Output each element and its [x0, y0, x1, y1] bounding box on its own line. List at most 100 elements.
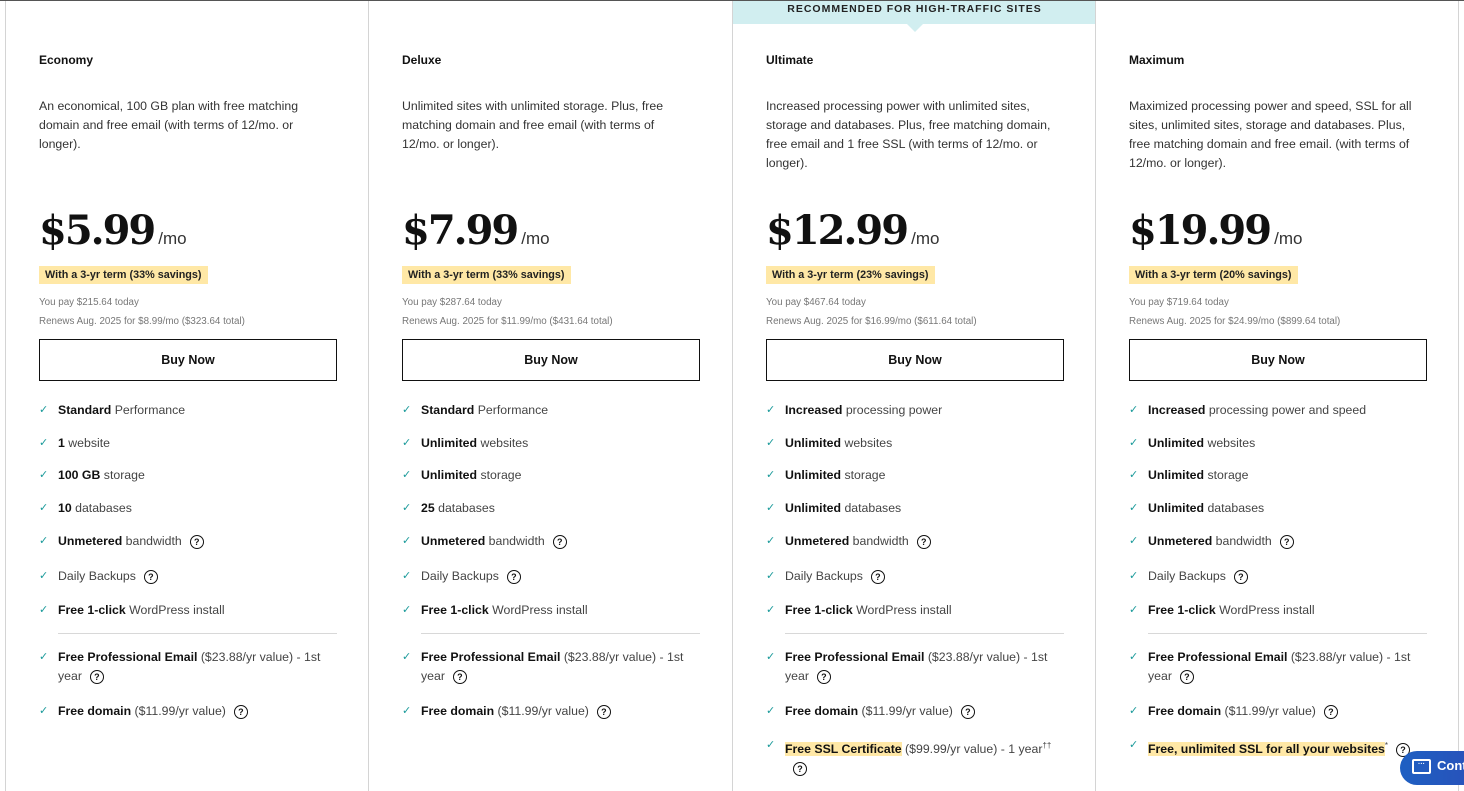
check-icon: ✓ — [402, 651, 412, 663]
feature-text: ($99.99/yr value) - 1 year — [901, 742, 1043, 757]
extra-feature-item: ✓ Free Professional Email ($23.88/yr val… — [766, 648, 1065, 686]
feature-text: Daily Backups — [58, 569, 136, 583]
plan-price: $5.99 — [39, 207, 156, 254]
help-icon[interactable]: ? — [1179, 669, 1194, 684]
price-period: /mo — [911, 229, 940, 248]
feature-bold: Unlimited — [785, 436, 842, 450]
check-icon: ✓ — [766, 705, 776, 717]
help-icon[interactable]: ? — [870, 569, 885, 584]
help-icon[interactable]: ? — [233, 704, 248, 719]
feature-item: ✓ Unlimited websites — [1129, 434, 1428, 453]
buy-now-button[interactable]: Buy Now — [1129, 339, 1427, 381]
help-icon[interactable]: ? — [552, 534, 567, 549]
feature-item: ✓ Unmetered bandwidth? — [39, 532, 338, 551]
feature-text: WordPress install — [1215, 603, 1315, 617]
extra-feature-item: ✓ Free Professional Email ($23.88/yr val… — [402, 648, 701, 686]
check-icon: ✓ — [1129, 469, 1139, 481]
feature-bold: Free Professional Email — [785, 650, 925, 664]
help-icon[interactable]: ? — [916, 534, 931, 549]
buy-now-button[interactable]: Buy Now — [39, 339, 337, 381]
feature-item: ✓ Free 1-click WordPress install — [1129, 601, 1428, 620]
feature-item: ✓ Free 1-click WordPress install — [402, 601, 701, 620]
help-icon[interactable]: ? — [143, 569, 158, 584]
help-icon[interactable]: ? — [89, 669, 104, 684]
feature-item: ✓ Daily Backups? — [1129, 567, 1428, 586]
help-icon[interactable]: ? — [1323, 704, 1338, 719]
feature-item: ✓ Standard Performance — [402, 401, 701, 420]
feature-highlight: Free, unlimited SSL for all your website… — [1148, 742, 1385, 757]
check-icon: ✓ — [39, 604, 49, 616]
buy-now-button[interactable]: Buy Now — [402, 339, 700, 381]
check-icon: ✓ — [766, 535, 776, 547]
feature-bold: Increased — [785, 403, 843, 417]
extra-feature-item: ✓ Free domain ($11.99/yr value)? — [1129, 702, 1428, 721]
pay-today-text: You pay $215.64 today — [39, 297, 139, 308]
plan-price: $7.99 — [402, 207, 519, 254]
help-icon[interactable]: ? — [596, 704, 611, 719]
help-icon[interactable]: ? — [506, 569, 521, 584]
footnote-mark: †† — [1042, 741, 1052, 750]
feature-bold: Free 1-click — [785, 603, 853, 617]
plan-price: $12.99 — [766, 207, 909, 254]
feature-bold: 25 — [421, 501, 435, 515]
plan-name: Economy — [39, 53, 94, 67]
check-icon: ✓ — [402, 437, 412, 449]
feature-item: ✓ Free 1-click WordPress install — [766, 601, 1065, 620]
feature-text: storage — [100, 468, 145, 482]
feature-item: ✓ Daily Backups? — [39, 567, 338, 586]
extra-feature-item: ✓ Free domain ($11.99/yr value)? — [39, 702, 338, 721]
pay-today-text: You pay $719.64 today — [1129, 297, 1229, 308]
feature-bold: Free Professional Email — [421, 650, 561, 664]
help-icon[interactable]: ? — [816, 669, 831, 684]
help-icon[interactable]: ? — [189, 534, 204, 549]
check-icon: ✓ — [766, 437, 776, 449]
check-icon: ✓ — [402, 570, 412, 582]
extra-feature-item: ✓ Free Professional Email ($23.88/yr val… — [39, 648, 338, 686]
term-savings-badge: With a 3-yr term (20% savings) — [1129, 266, 1298, 284]
feature-bold: 10 — [58, 501, 72, 515]
feature-text: website — [64, 436, 110, 450]
check-icon: ✓ — [402, 404, 412, 416]
feature-item: ✓ Free 1-click WordPress install — [39, 601, 338, 620]
feature-divider — [421, 633, 700, 634]
chat-button[interactable]: ··· Cont — [1400, 751, 1464, 785]
check-icon: ✓ — [402, 535, 412, 547]
plan-name: Maximum — [1129, 53, 1185, 67]
check-icon: ✓ — [766, 604, 776, 616]
check-icon: ✓ — [766, 651, 776, 663]
buy-now-button[interactable]: Buy Now — [766, 339, 1064, 381]
plan-name: Deluxe — [402, 53, 442, 67]
price-row: $7.99/mo — [402, 207, 550, 254]
plan-card-deluxe: Deluxe Unlimited sites with unlimited st… — [368, 1, 733, 791]
feature-bold: Unlimited — [1148, 436, 1205, 450]
feature-bold: Standard — [421, 403, 475, 417]
feature-text: storage — [841, 468, 886, 482]
feature-bold: Unlimited — [785, 501, 842, 515]
plan-name: Ultimate — [766, 53, 814, 67]
feature-text: processing power — [842, 403, 943, 417]
feature-bold: Unmetered — [1148, 534, 1213, 548]
feature-item: ✓ Unlimited storage — [1129, 466, 1428, 485]
footnote-mark: * — [1384, 741, 1389, 750]
check-icon: ✓ — [1129, 739, 1139, 751]
feature-item: ✓ 10 databases — [39, 499, 338, 518]
renewal-text: Renews Aug. 2025 for $24.99/mo ($899.64 … — [1129, 316, 1341, 327]
renewal-text: Renews Aug. 2025 for $11.99/mo ($431.64 … — [402, 316, 613, 327]
feature-item: ✓ Unlimited storage — [402, 466, 701, 485]
feature-item: ✓ Increased processing power — [766, 401, 1065, 420]
recommended-ribbon: RECOMMENDED FOR HIGH-TRAFFIC SITES — [733, 1, 1096, 32]
plan-card-economy: Economy An economical, 100 GB plan with … — [5, 1, 369, 791]
help-icon[interactable]: ? — [960, 704, 975, 719]
feature-text: websites — [477, 436, 529, 450]
help-icon[interactable]: ? — [452, 669, 467, 684]
feature-bold: Increased — [1148, 403, 1206, 417]
term-savings-badge: With a 3-yr term (33% savings) — [39, 266, 208, 284]
help-icon[interactable]: ? — [1279, 534, 1294, 549]
term-savings-badge: With a 3-yr term (23% savings) — [766, 266, 935, 284]
feature-item: ✓ Unlimited storage — [766, 466, 1065, 485]
feature-bold: Free 1-click — [1148, 603, 1216, 617]
check-icon: ✓ — [39, 570, 49, 582]
help-icon[interactable]: ? — [793, 761, 807, 776]
help-icon[interactable]: ? — [1233, 569, 1248, 584]
check-icon: ✓ — [766, 469, 776, 481]
